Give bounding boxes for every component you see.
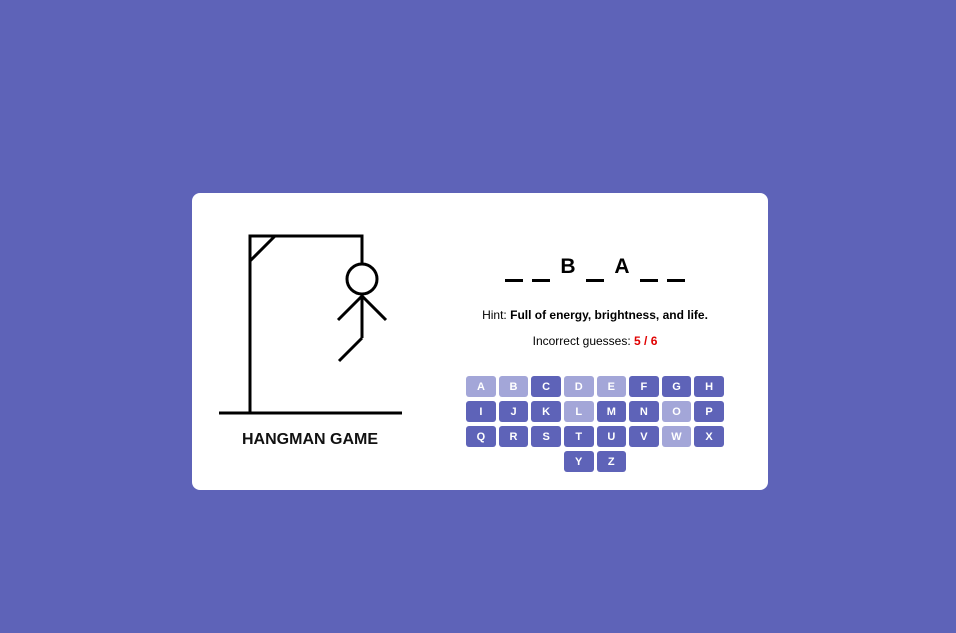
hint-text: Hint: Full of energy, brightness, and li…: [448, 308, 742, 322]
key-r[interactable]: R: [498, 426, 529, 447]
key-m[interactable]: M: [596, 401, 627, 422]
key-c[interactable]: C: [531, 376, 561, 397]
hangman-right-arm: [360, 294, 388, 322]
key-p[interactable]: P: [694, 401, 724, 422]
key-j[interactable]: J: [498, 401, 529, 422]
key-x[interactable]: X: [694, 426, 724, 447]
key-u[interactable]: U: [596, 426, 627, 447]
key-t[interactable]: T: [563, 426, 594, 447]
key-e: E: [596, 376, 627, 397]
hangman-left-arm: [336, 294, 364, 322]
letter-slot: [586, 255, 604, 282]
letter-slot: [667, 255, 685, 282]
key-z[interactable]: Z: [596, 451, 627, 472]
key-y[interactable]: Y: [563, 451, 594, 472]
game-panel: BA Hint: Full of energy, brightness, and…: [448, 193, 742, 490]
key-a: A: [466, 376, 496, 397]
key-o: O: [661, 401, 692, 422]
key-h[interactable]: H: [694, 376, 724, 397]
key-f[interactable]: F: [629, 376, 659, 397]
gallows-panel: HANGMAN GAME: [192, 193, 428, 490]
incorrect-guesses: Incorrect guesses: 5 / 6: [448, 334, 742, 348]
key-q[interactable]: Q: [466, 426, 496, 447]
hangman-head: [345, 262, 379, 296]
letter-slot: A: [614, 255, 630, 278]
hint-label: Hint:: [482, 308, 507, 322]
key-n[interactable]: N: [629, 401, 659, 422]
key-l: L: [563, 401, 594, 422]
hint-value: Full of energy, brightness, and life.: [510, 308, 708, 322]
key-g[interactable]: G: [661, 376, 692, 397]
hangman-drawing: [219, 234, 402, 415]
word-display: BA: [448, 255, 742, 282]
letter-slot: B: [560, 255, 576, 278]
game-card: HANGMAN GAME BA Hint: Full of energy, br…: [192, 193, 768, 490]
letter-keyboard: ABCDEFGH IJKLMNOP QRSTUVWX YZ: [450, 376, 740, 472]
letter-slot: [532, 255, 550, 282]
key-k[interactable]: K: [531, 401, 561, 422]
game-title: HANGMAN GAME: [242, 431, 378, 448]
letter-slot: [640, 255, 658, 282]
key-s[interactable]: S: [531, 426, 561, 447]
gallows-brace: [248, 234, 277, 263]
key-i[interactable]: I: [466, 401, 496, 422]
incorrect-label: Incorrect guesses:: [532, 334, 631, 348]
key-w: W: [661, 426, 692, 447]
incorrect-count: 5 / 6: [634, 334, 658, 348]
key-b: B: [498, 376, 529, 397]
key-d: D: [563, 376, 594, 397]
key-v[interactable]: V: [629, 426, 659, 447]
letter-slot: [505, 255, 523, 282]
hangman-left-leg: [337, 336, 364, 363]
